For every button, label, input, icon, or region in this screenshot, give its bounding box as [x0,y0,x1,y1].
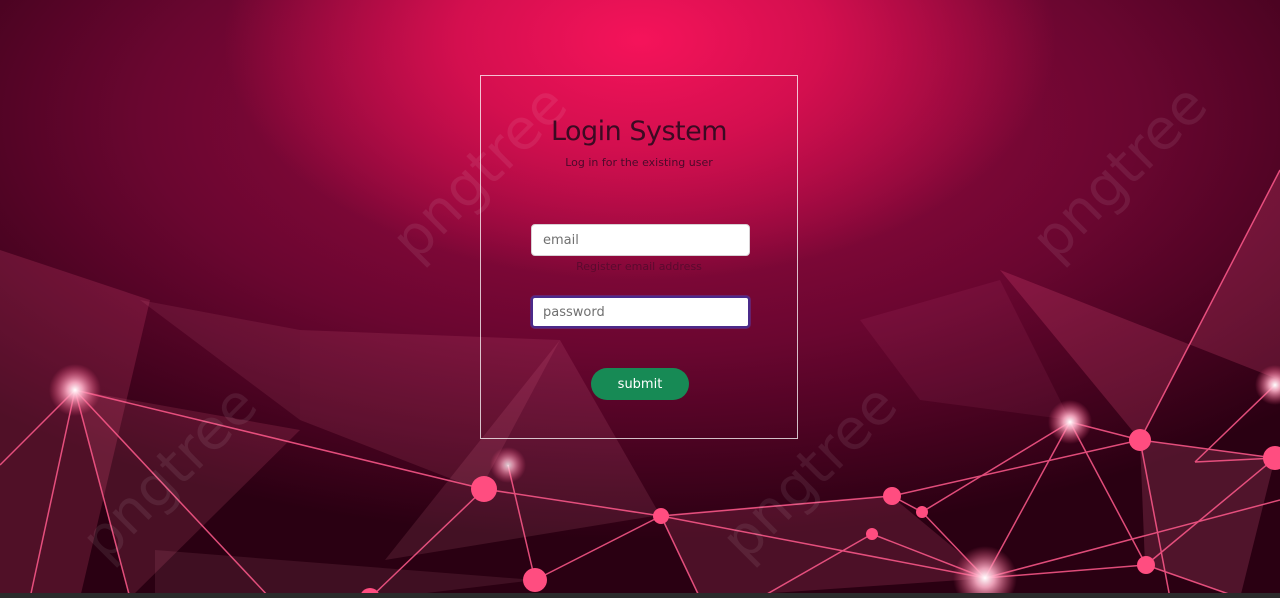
email-help-text: Register email address [576,260,702,273]
login-subtitle: Log in for the existing user [565,156,713,169]
password-input[interactable] [531,296,750,328]
login-title: Login System [550,116,728,147]
submit-button[interactable]: submit [591,368,689,400]
email-input[interactable] [531,224,750,256]
bottom-bar [0,593,1280,598]
login-card: Login System Log in for the existing use… [480,75,798,439]
